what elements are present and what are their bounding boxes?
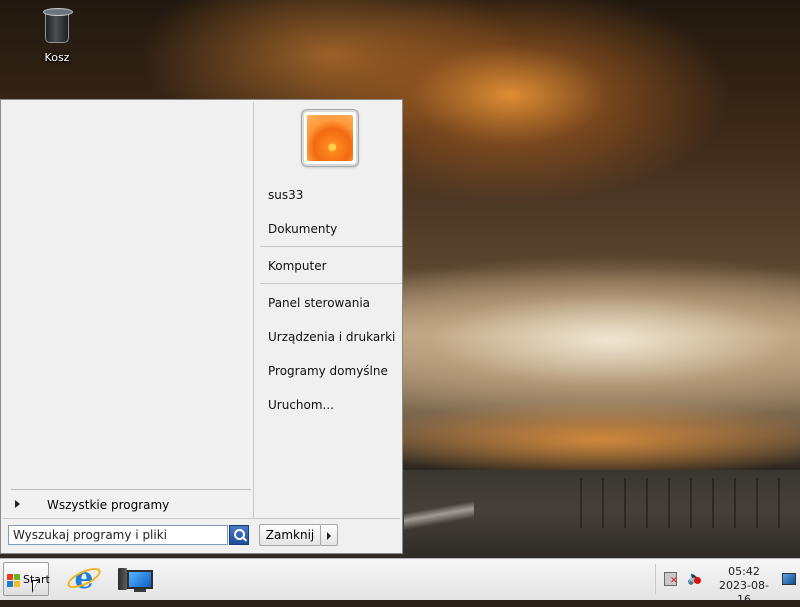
clock[interactable]: 05:42 2023-08-16 (713, 565, 775, 607)
mouse-cursor-icon (32, 580, 39, 593)
start-item-computer[interactable]: Komputer (268, 259, 327, 273)
divider (3, 518, 400, 519)
search-input[interactable]: Wyszukaj programy i pliki (8, 525, 228, 545)
flower-picture-icon (307, 115, 353, 161)
start-item-user[interactable]: sus33 (268, 188, 303, 202)
desktop-icon-recycle-bin[interactable]: Kosz (28, 6, 86, 64)
shutdown-button[interactable]: Zamknij (259, 524, 321, 546)
start-item-control-panel[interactable]: Panel sterowania (268, 296, 370, 310)
system-tray: 🔈 05:42 2023-08-16 (655, 561, 800, 606)
start-menu: Wszystkie programy sus33 Dokumenty Kompu… (0, 99, 403, 554)
taskbar: Start e 🔈 05:42 2023-08-16 (0, 558, 800, 606)
arrow-right-icon (15, 500, 20, 508)
arrow-right-icon (327, 532, 331, 540)
start-button[interactable]: Start (3, 562, 50, 596)
start-menu-programs-pane: Wszystkie programy (3, 102, 254, 518)
network-disconnected-icon[interactable] (664, 572, 678, 586)
start-item-default-programs[interactable]: Programy domyślne (268, 364, 388, 378)
start-item-run[interactable]: Uruchom... (268, 398, 334, 412)
computer-icon (118, 568, 127, 590)
landscape-road (404, 475, 474, 558)
windows-logo-icon (7, 574, 20, 587)
taskbar-internet-explorer[interactable]: e (64, 562, 104, 596)
taskbar-computer[interactable] (114, 562, 154, 596)
divider (260, 246, 402, 247)
divider (11, 489, 251, 490)
divider (655, 564, 656, 594)
start-item-devices-printers[interactable]: Urządzenia i drukarki (268, 330, 395, 344)
show-desktop-icon[interactable] (782, 573, 796, 585)
divider (260, 283, 402, 284)
all-programs-label: Wszystkie programy (47, 498, 170, 512)
volume-muted-icon[interactable]: 🔈 (687, 571, 703, 587)
clock-time: 05:42 (728, 565, 760, 578)
user-avatar[interactable] (302, 110, 358, 166)
landscape-fence (580, 478, 800, 528)
search-button[interactable] (229, 525, 249, 545)
start-item-documents[interactable]: Dokumenty (268, 222, 337, 236)
shutdown-options-button[interactable] (321, 524, 338, 546)
recycle-bin-icon (42, 6, 73, 44)
all-programs-button[interactable]: Wszystkie programy (11, 495, 251, 515)
clock-date: 2023-08-16 (719, 579, 769, 606)
desktop-icon-label: Kosz (44, 51, 70, 64)
start-menu-places-pane: sus33 Dokumenty Komputer Panel sterowani… (254, 102, 402, 518)
